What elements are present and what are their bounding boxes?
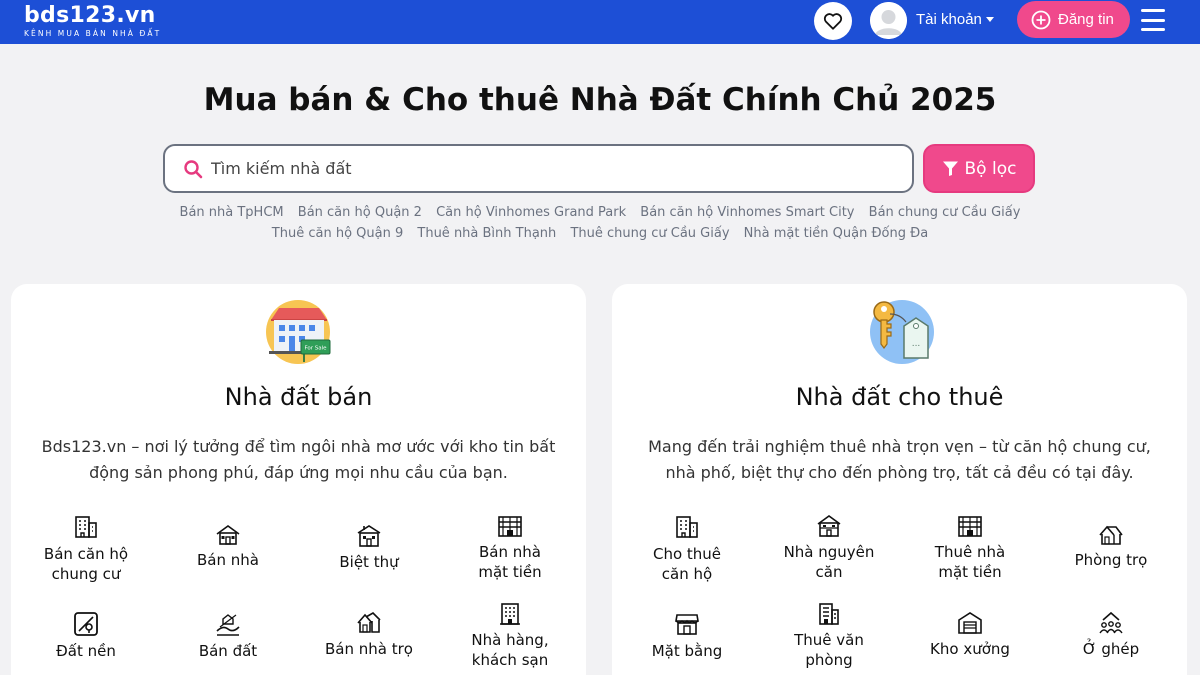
hamburger-menu-icon[interactable]: [1141, 9, 1165, 31]
post-listing-label: Đăng tin: [1058, 11, 1114, 28]
filter-label: Bộ lọc: [964, 158, 1017, 179]
room-icon: [1099, 525, 1123, 545]
category-ban-nha-tro[interactable]: Bán nhà trọ: [304, 611, 434, 659]
storefront-building-icon: [958, 516, 982, 537]
logo-tagline: KÊNH MUA BÁN NHÀ ĐẤT: [24, 29, 162, 38]
category-label: mặt tiền: [938, 563, 1002, 581]
search-icon: [184, 159, 203, 178]
house-icon: [216, 525, 240, 545]
category-label: Ở ghép: [1082, 640, 1140, 658]
rent-card-description: Mang đến trải nghiệm thuê nhà trọn vẹn –…: [648, 437, 1151, 482]
category-nha-nguyen-can[interactable]: Nhà nguyên căn: [764, 514, 894, 582]
account-menu[interactable]: Tài khoản: [916, 11, 994, 28]
quick-link[interactable]: Thuê căn hộ Quận 9: [272, 226, 403, 241]
plus-circle-icon: [1031, 10, 1051, 29]
category-nha-hang-khach-san[interactable]: Nhà hàng, khách sạn: [445, 602, 575, 670]
category-label: Bán nhà: [479, 543, 541, 561]
search-bar[interactable]: [163, 144, 914, 193]
category-label: Thuê nhà: [934, 543, 1006, 561]
logo-text: bds123.vn: [24, 3, 156, 28]
hotel-icon: [500, 603, 520, 625]
caret-down-icon: [985, 17, 994, 22]
shop-icon: [675, 614, 699, 635]
category-phong-tro[interactable]: Phòng trọ: [1046, 524, 1176, 570]
category-label: căn: [815, 563, 843, 581]
category-thue-van-phong[interactable]: Thuê văn phòng: [764, 602, 894, 670]
avatar[interactable]: [870, 2, 907, 39]
category-kho-xuong[interactable]: Kho xưởng: [905, 611, 1035, 659]
category-label: Đất nền: [56, 642, 116, 660]
category-label: căn hộ: [661, 565, 713, 583]
category-label: Nhà nguyên: [783, 543, 875, 561]
rent-card-title: Nhà đất cho thuê: [795, 383, 1004, 411]
quick-link[interactable]: Bán nhà TpHCM: [180, 205, 284, 220]
rent-card: ... Nhà đất cho thuê Mang đến trải nghiệ…: [612, 284, 1187, 675]
office-icon: [819, 603, 839, 625]
category-label: Bán nhà trọ: [325, 640, 413, 658]
category-thue-nha-mat-tien[interactable]: Thuê nhà mặt tiền: [905, 514, 1035, 582]
key-tag-text: ...: [912, 339, 921, 349]
category-label: Bán đất: [198, 642, 258, 660]
category-label: Nhà hàng,: [471, 631, 549, 649]
category-label: Phòng trọ: [1074, 551, 1148, 569]
land-plot-icon: [74, 612, 98, 636]
category-mat-bang[interactable]: Mặt bằng: [622, 611, 752, 661]
quick-link[interactable]: Bán căn hộ Quận 2: [298, 205, 422, 220]
category-label: Thuê văn: [794, 631, 864, 649]
key-tag-icon: ...: [870, 300, 934, 364]
whole-house-icon: [817, 515, 841, 537]
quick-link[interactable]: Thuê chung cư Cầu Giấy: [570, 226, 729, 241]
warehouse-icon: [958, 612, 982, 634]
house-for-sale-icon: For Sale: [266, 300, 331, 364]
quick-link[interactable]: Căn hộ Vinhomes Grand Park: [436, 205, 626, 220]
user-avatar-icon: [870, 2, 907, 39]
heart-icon: [823, 13, 843, 30]
top-navbar: bds123.vn KÊNH MUA BÁN NHÀ ĐẤT Tài khoản…: [0, 0, 1200, 44]
post-listing-button[interactable]: Đăng tin: [1017, 1, 1130, 38]
quick-link[interactable]: Bán căn hộ Vinhomes Smart City: [640, 205, 854, 220]
account-label: Tài khoản: [916, 11, 982, 28]
category-label: Bán nhà: [197, 551, 259, 569]
category-label: khách sạn: [471, 651, 549, 669]
category-label: Cho thuê: [652, 545, 722, 563]
category-label: phòng: [805, 651, 853, 669]
category-label: Bán căn hộ: [43, 545, 129, 563]
quick-links-row-2: Thuê căn hộ Quận 9 Thuê nhà Bình Thạnh T…: [0, 226, 1200, 241]
category-ban-nha-mat-tien[interactable]: Bán nhà mặt tiền: [445, 514, 575, 582]
site-logo[interactable]: bds123.vn KÊNH MUA BÁN NHÀ ĐẤT: [24, 4, 161, 39]
search-input[interactable]: [211, 159, 861, 178]
sale-card-description: Bds123.vn – nơi lý tưởng để tìm ngôi nhà…: [41, 437, 556, 482]
for-sale-sign-text: For Sale: [304, 346, 327, 352]
filter-button[interactable]: Bộ lọc: [923, 144, 1035, 193]
category-label: mặt tiền: [478, 563, 542, 581]
category-label: Kho xưởng: [930, 640, 1010, 658]
sale-card: For Sale Nhà đất bán Bds123.vn – nơi lý …: [11, 284, 586, 675]
villa-icon: [357, 525, 381, 547]
quick-link[interactable]: Thuê nhà Bình Thạnh: [417, 226, 556, 241]
category-label: chung cư: [51, 565, 121, 583]
quick-links-row-1: Bán nhà TpHCM Bán căn hộ Quận 2 Căn hộ V…: [0, 205, 1200, 220]
category-ban-nha[interactable]: Bán nhà: [163, 524, 293, 570]
storefront-building-icon: [498, 516, 522, 537]
category-label: Mặt bằng: [651, 642, 723, 660]
category-ban-dat[interactable]: Bán đất: [163, 611, 293, 661]
apartment-icon: [676, 516, 698, 538]
category-o-ghep[interactable]: Ở ghép: [1046, 611, 1176, 659]
quick-link[interactable]: Bán chung cư Cầu Giấy: [869, 205, 1021, 220]
land-icon: [216, 614, 240, 636]
category-cho-thue-can-ho[interactable]: Cho thuê căn hộ: [622, 514, 752, 584]
apartment-icon: [75, 516, 97, 538]
sale-card-title: Nhà đất bán: [224, 383, 373, 411]
shared-living-icon: [1099, 611, 1123, 634]
category-label: Biệt thự: [339, 553, 399, 571]
page-title: Mua bán & Cho thuê Nhà Đất Chính Chủ 202…: [203, 82, 997, 118]
filter-icon: [942, 161, 958, 176]
category-dat-nen[interactable]: Đất nền: [21, 611, 151, 661]
favorites-button[interactable]: [814, 2, 852, 40]
category-ban-can-ho[interactable]: Bán căn hộ chung cư: [21, 514, 151, 584]
quick-link[interactable]: Nhà mặt tiền Quận Đống Đa: [744, 226, 929, 241]
boarding-house-icon: [357, 612, 381, 633]
category-biet-thu[interactable]: Biệt thự: [304, 524, 434, 572]
